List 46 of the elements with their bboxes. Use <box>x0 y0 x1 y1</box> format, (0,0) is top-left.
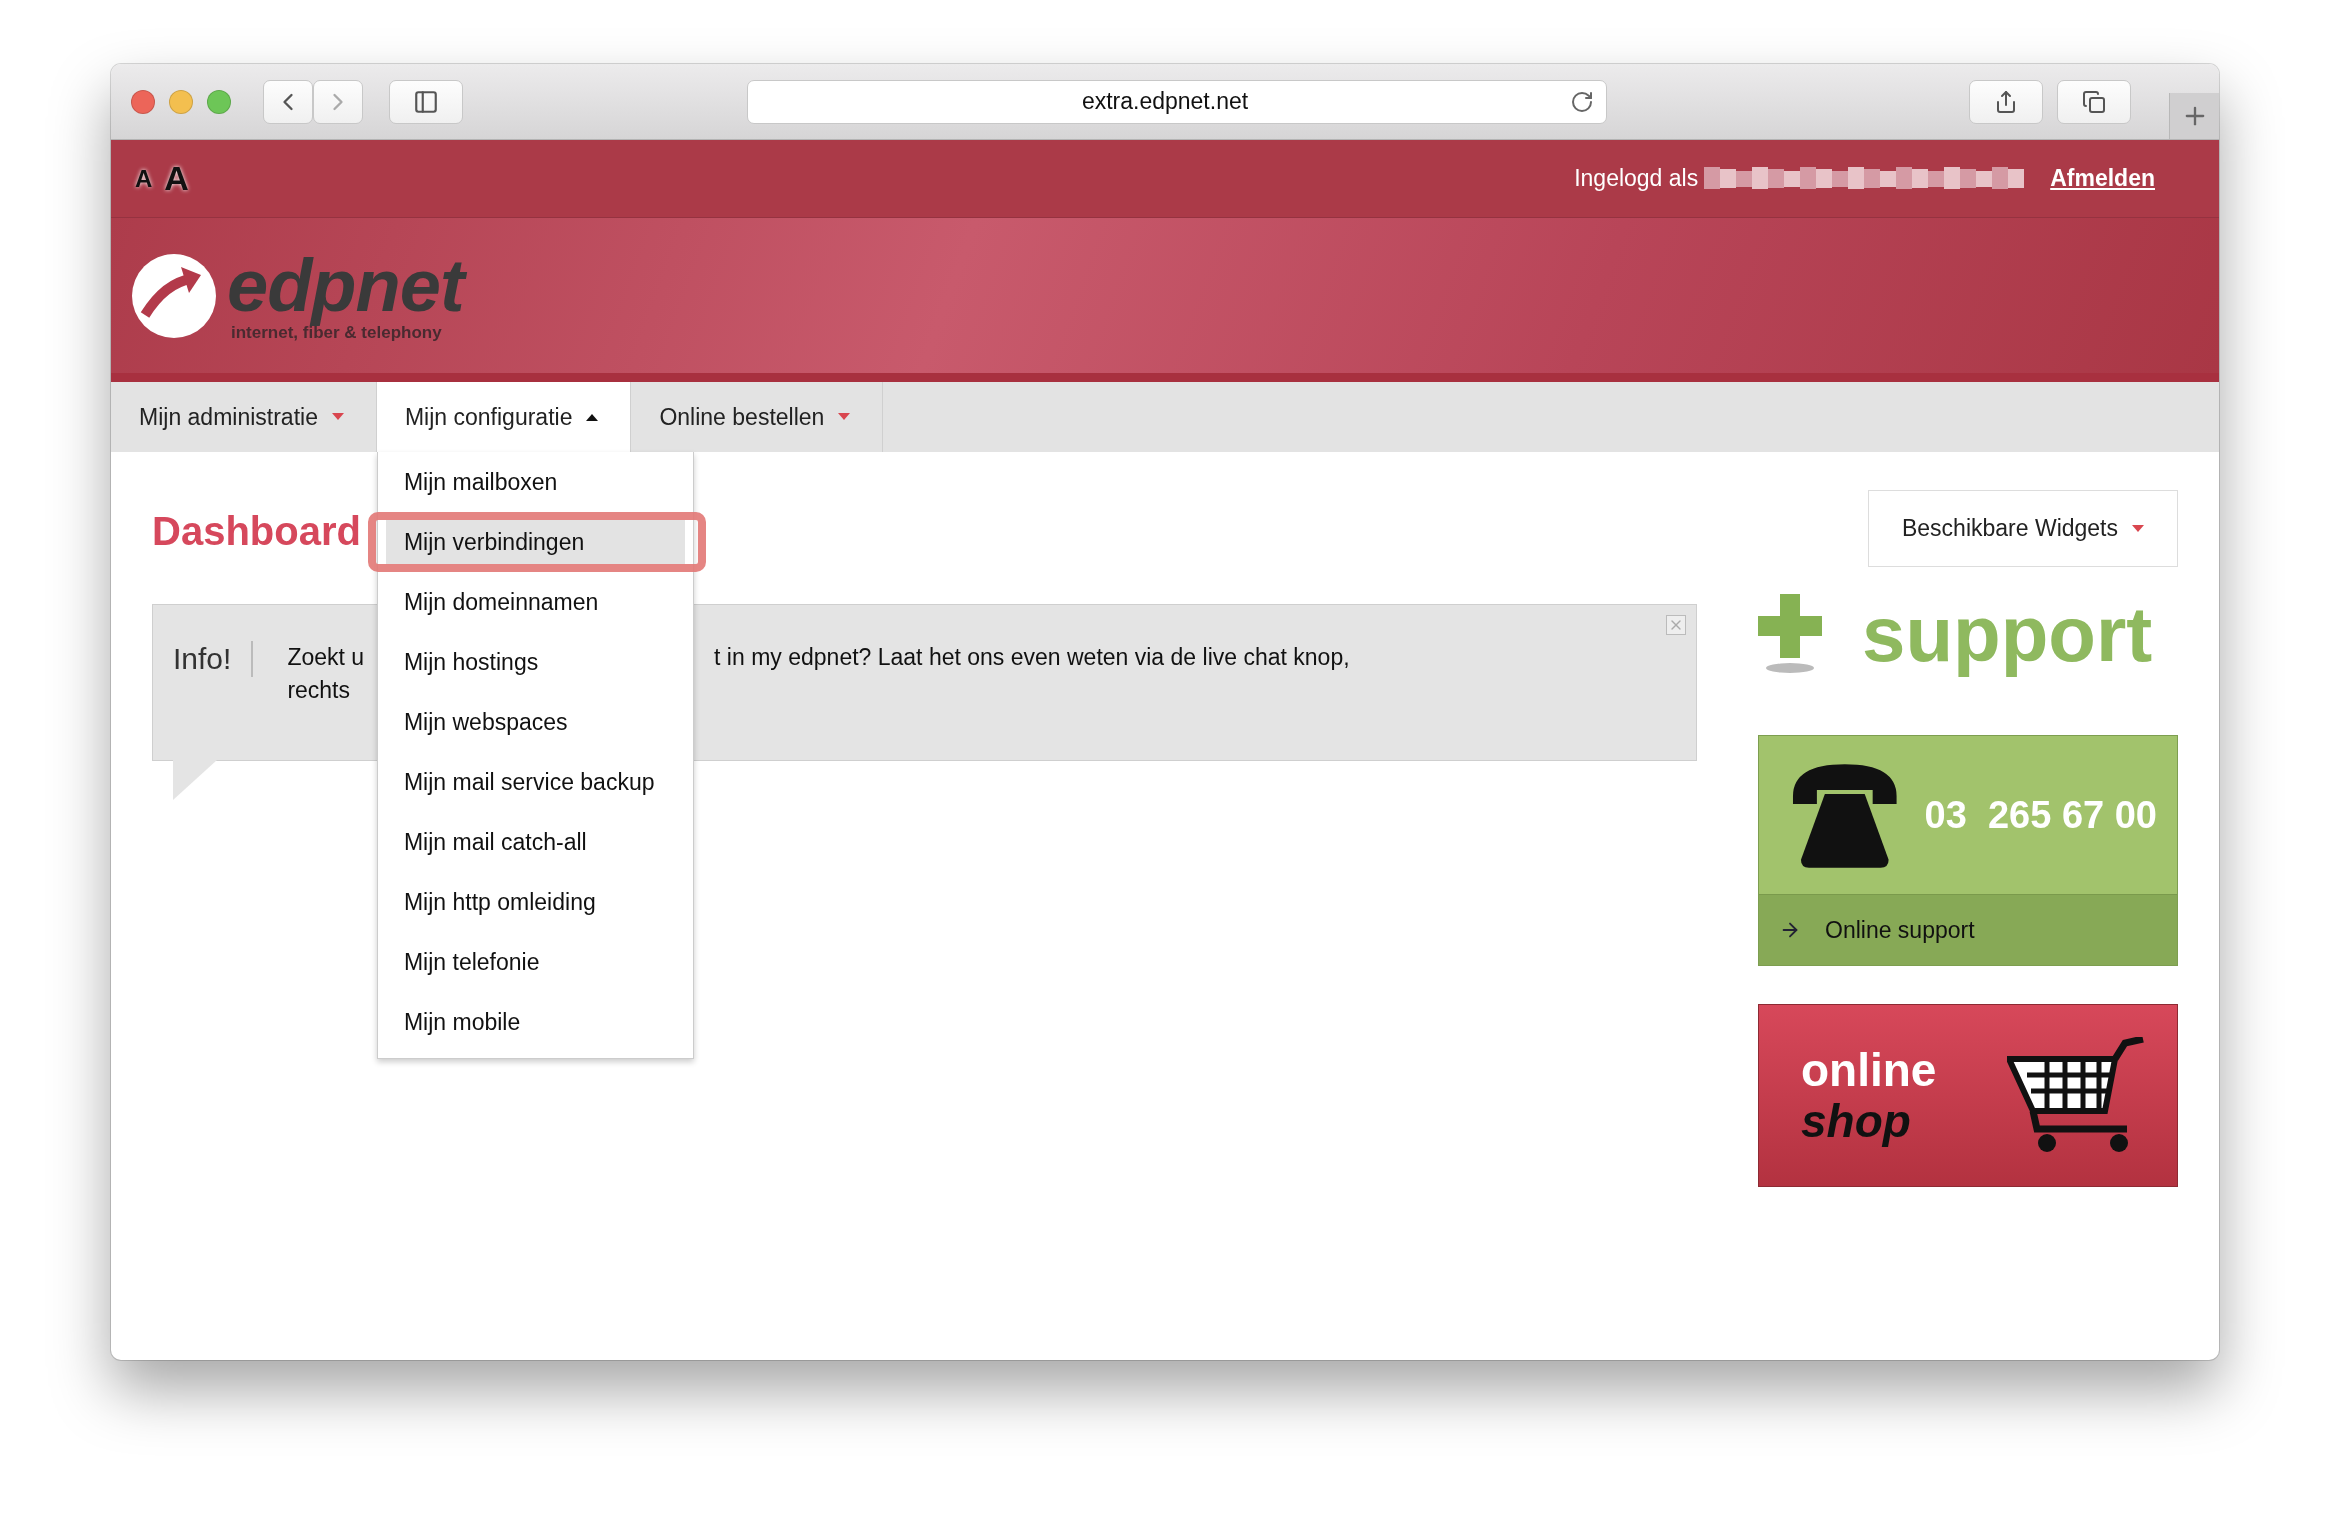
medical-cross-icon <box>1758 594 1822 674</box>
logged-in-label: Ingelogd als <box>1574 165 1699 192</box>
dropdown-menu-item[interactable]: Mijn telefonie <box>377 932 693 992</box>
caret-icon <box>838 413 851 421</box>
new-tab-button[interactable] <box>2169 93 2219 139</box>
tabs-button[interactable] <box>2057 79 2131 124</box>
share-icon <box>1994 89 2018 114</box>
online-support-link[interactable]: Online support <box>1759 894 2177 965</box>
info-text: rechts <box>287 676 351 705</box>
phone-number: 03 265 67 00 <box>1924 793 2157 837</box>
dropdown-menu-item[interactable]: Mijn verbindingen <box>385 520 685 564</box>
reload-icon[interactable] <box>1570 89 1594 114</box>
dropdown-menu-item[interactable]: Mijn webspaces <box>377 692 693 752</box>
sidebar-button[interactable] <box>389 79 463 124</box>
tabs-icon <box>2082 89 2106 114</box>
dropdown-menu-item[interactable]: Mijn mail service backup <box>377 752 693 812</box>
info-text: Zoekt u <box>287 643 365 672</box>
nav-menu-item[interactable]: Mijn configuratie <box>376 382 632 452</box>
info-text: t in my edpnet? Laat het ons even weten via de live chat knop, <box>714 643 1350 672</box>
online-shop-banner[interactable]: online shop <box>1758 1004 2178 1187</box>
shopping-cart-icon <box>2007 1036 2147 1155</box>
url-text: extra.edpnet.net <box>1080 88 1250 115</box>
page-title: Dashboard <box>152 508 361 555</box>
dropdown-menu-item[interactable]: Mijn mail catch-all <box>377 812 693 872</box>
widgets-dropdown-button[interactable]: Beschikbare Widgets <box>1868 490 2178 567</box>
dropdown-menu-item[interactable]: Mijn hostings <box>377 632 693 692</box>
dropdown-menu-item[interactable]: Mijn mobile <box>377 992 693 1052</box>
logo-icon <box>131 252 217 339</box>
address-bar[interactable]: extra.edpnet.net <box>747 79 1607 124</box>
close-window-button[interactable] <box>131 89 155 114</box>
shop-banner-text: shop <box>1801 1095 1912 1147</box>
caret-icon <box>331 413 344 421</box>
minimize-window-button[interactable] <box>169 89 193 114</box>
maximize-window-button[interactable] <box>207 89 231 114</box>
dropdown-menu-item[interactable]: Mijn domeinnamen <box>377 572 693 632</box>
caret-icon <box>586 413 599 421</box>
info-label: Info! <box>173 641 254 677</box>
share-button[interactable] <box>1969 79 2043 124</box>
back-button[interactable] <box>263 79 313 124</box>
sidebar-icon <box>413 88 439 115</box>
dropdown-menu-item[interactable]: Mijn http omleiding <box>377 872 693 932</box>
close-button[interactable] <box>1666 615 1686 635</box>
caret-icon <box>2132 524 2144 533</box>
logout-link[interactable]: Afmelden <box>2050 165 2155 192</box>
dropdown-menu-item[interactable]: Mijn mailboxen <box>377 452 693 512</box>
shop-banner-text: online <box>1801 1044 1938 1096</box>
